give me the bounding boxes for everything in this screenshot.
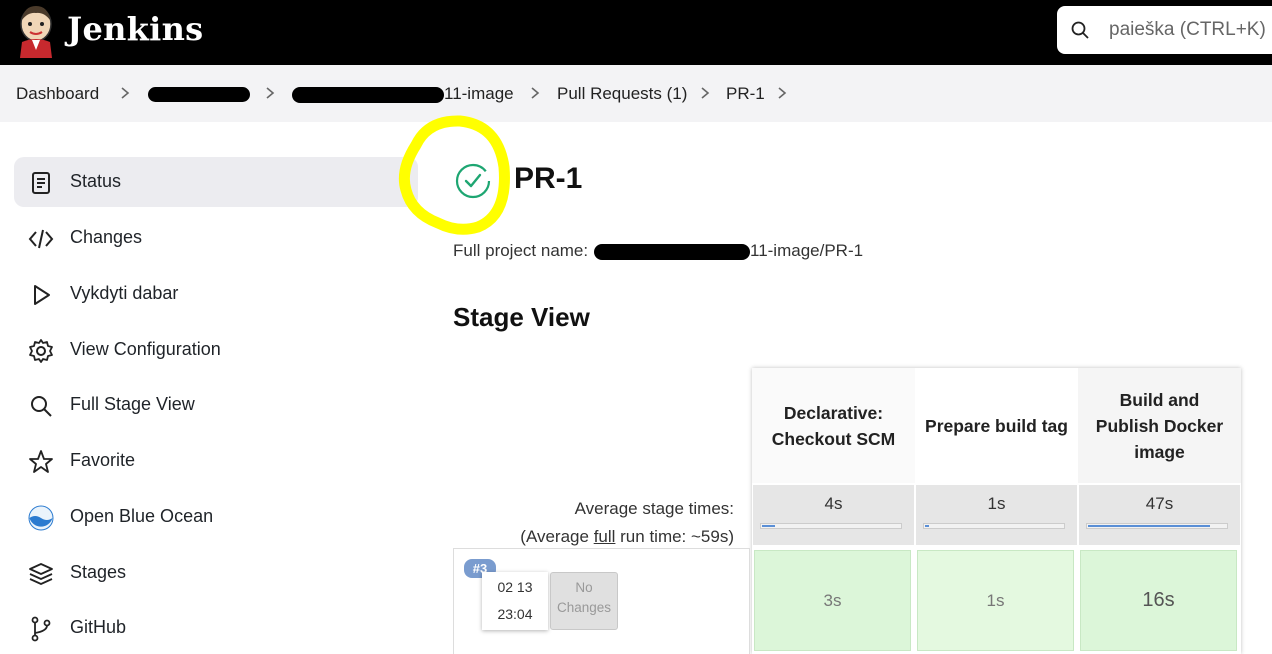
chevron-right-icon[interactable] [775, 86, 789, 100]
sidebar-item-stages[interactable]: Stages [14, 548, 418, 598]
git-branch-icon [31, 616, 51, 642]
search-box[interactable] [1057, 6, 1272, 54]
breadcrumb: Dashboard 11-image Pull Requests (1) PR-… [0, 65, 1272, 122]
build-date: 02 13 [497, 579, 533, 595]
breadcrumb-pull-requests[interactable]: Pull Requests (1) [557, 84, 687, 104]
redacted-org[interactable] [148, 87, 250, 102]
breadcrumb-repo[interactable]: 11-image [444, 84, 514, 104]
chevron-right-icon [701, 87, 710, 99]
stage-average-value: 4s [824, 494, 843, 513]
breadcrumb-pr-1[interactable]: PR-1 [726, 84, 765, 104]
stage-run-cell[interactable]: 3s [754, 550, 911, 651]
stage-header: Declarative: Checkout SCM [752, 368, 915, 483]
chevron-right-icon [266, 87, 275, 99]
average-run-time-suffix: run time: ~59s) [615, 527, 734, 546]
stage-average-time: 4s [753, 485, 914, 545]
average-run-time: (Average full run time: ~59s) [453, 523, 734, 551]
stage-average-value: 1s [987, 494, 1006, 513]
sidebar-item-label: View Configuration [70, 339, 221, 359]
sidebar-item-build-now[interactable]: Vykdyti dabar [14, 269, 418, 319]
top-header: Jenkins [0, 0, 1272, 65]
sidebar-item-label: GitHub [70, 617, 127, 637]
full-project-name-label: Full project name: [453, 241, 589, 260]
play-icon [34, 285, 50, 305]
chevron-right-icon [121, 87, 130, 99]
redacted-repo [292, 87, 444, 103]
stage-average-time: 47s [1079, 485, 1240, 545]
brand-name[interactable]: Jenkins [67, 10, 203, 48]
stage-view-table: Declarative: Checkout SCM Prepare build … [752, 368, 1241, 654]
sidebar-item-status[interactable]: Status [14, 157, 418, 207]
gear-icon [29, 339, 53, 363]
stage-average-bar-fill [1088, 525, 1210, 527]
sidebar-item-view-configuration[interactable]: View Configuration [14, 325, 418, 375]
blue-ocean-icon [28, 505, 54, 531]
stage-average-time: 1s [916, 485, 1077, 545]
jenkins-logo-icon[interactable] [16, 2, 56, 58]
search-icon [31, 396, 52, 417]
sidebar-item-label: Status [70, 171, 122, 191]
stage-view-heading: Stage View [453, 302, 590, 332]
stage-header: Build and Publish Docker image [1078, 368, 1241, 483]
breadcrumb-dashboard[interactable]: Dashboard [16, 84, 99, 104]
average-stage-times-title: Average stage times: [574, 499, 734, 518]
build-changes[interactable]: No Changes [550, 572, 618, 630]
code-icon [28, 229, 54, 249]
chevron-right-icon [531, 87, 540, 99]
star-icon [29, 450, 53, 473]
redacted-project-path [594, 244, 750, 260]
sidebar-item-label: Changes [70, 227, 143, 247]
success-check-icon [455, 163, 491, 199]
document-icon [32, 172, 50, 194]
full-run-link[interactable]: full [594, 527, 616, 546]
average-run-time-prefix: (Average [520, 527, 594, 546]
build-timestamp: 02 13 23:04 [482, 572, 548, 630]
stage-average-value: 47s [1145, 494, 1174, 513]
search-input[interactable] [1101, 6, 1272, 54]
stage-header: Prepare build tag [915, 368, 1078, 483]
stage-run-cell[interactable]: 1s [917, 550, 1074, 651]
sidebar-item-github[interactable]: GitHub [14, 603, 418, 653]
search-icon [1071, 21, 1089, 39]
sidebar-item-open-blue-ocean[interactable]: Open Blue Ocean [14, 492, 418, 542]
sidebar-item-full-stage-view[interactable]: Full Stage View [14, 380, 418, 430]
sidebar-item-label: Stages [70, 562, 127, 582]
stage-average-bar-fill [925, 525, 930, 527]
page-title: PR-1 [514, 162, 583, 195]
sidebar-item-label: Vykdyti dabar [70, 283, 179, 303]
sidebar-item-label: Open Blue Ocean [70, 506, 214, 526]
average-stage-times-label: Average stage times: (Average full run t… [453, 495, 734, 551]
full-project-name-suffix: 11-image/PR-1 [750, 241, 864, 260]
sidebar-item-label: Favorite [70, 450, 136, 470]
stage-average-bar [923, 523, 1065, 529]
sidebar-item-favorite[interactable]: Favorite [14, 436, 418, 486]
stage-run-cell[interactable]: 16s [1080, 550, 1237, 651]
stage-average-bar [1086, 523, 1228, 529]
stages-icon [29, 563, 53, 585]
sidebar-item-label: Full Stage View [70, 394, 195, 414]
sidebar-item-changes[interactable]: Changes [14, 213, 418, 263]
stage-average-bar-fill [762, 525, 775, 527]
stage-average-bar [760, 523, 902, 529]
build-time: 23:04 [497, 606, 533, 622]
